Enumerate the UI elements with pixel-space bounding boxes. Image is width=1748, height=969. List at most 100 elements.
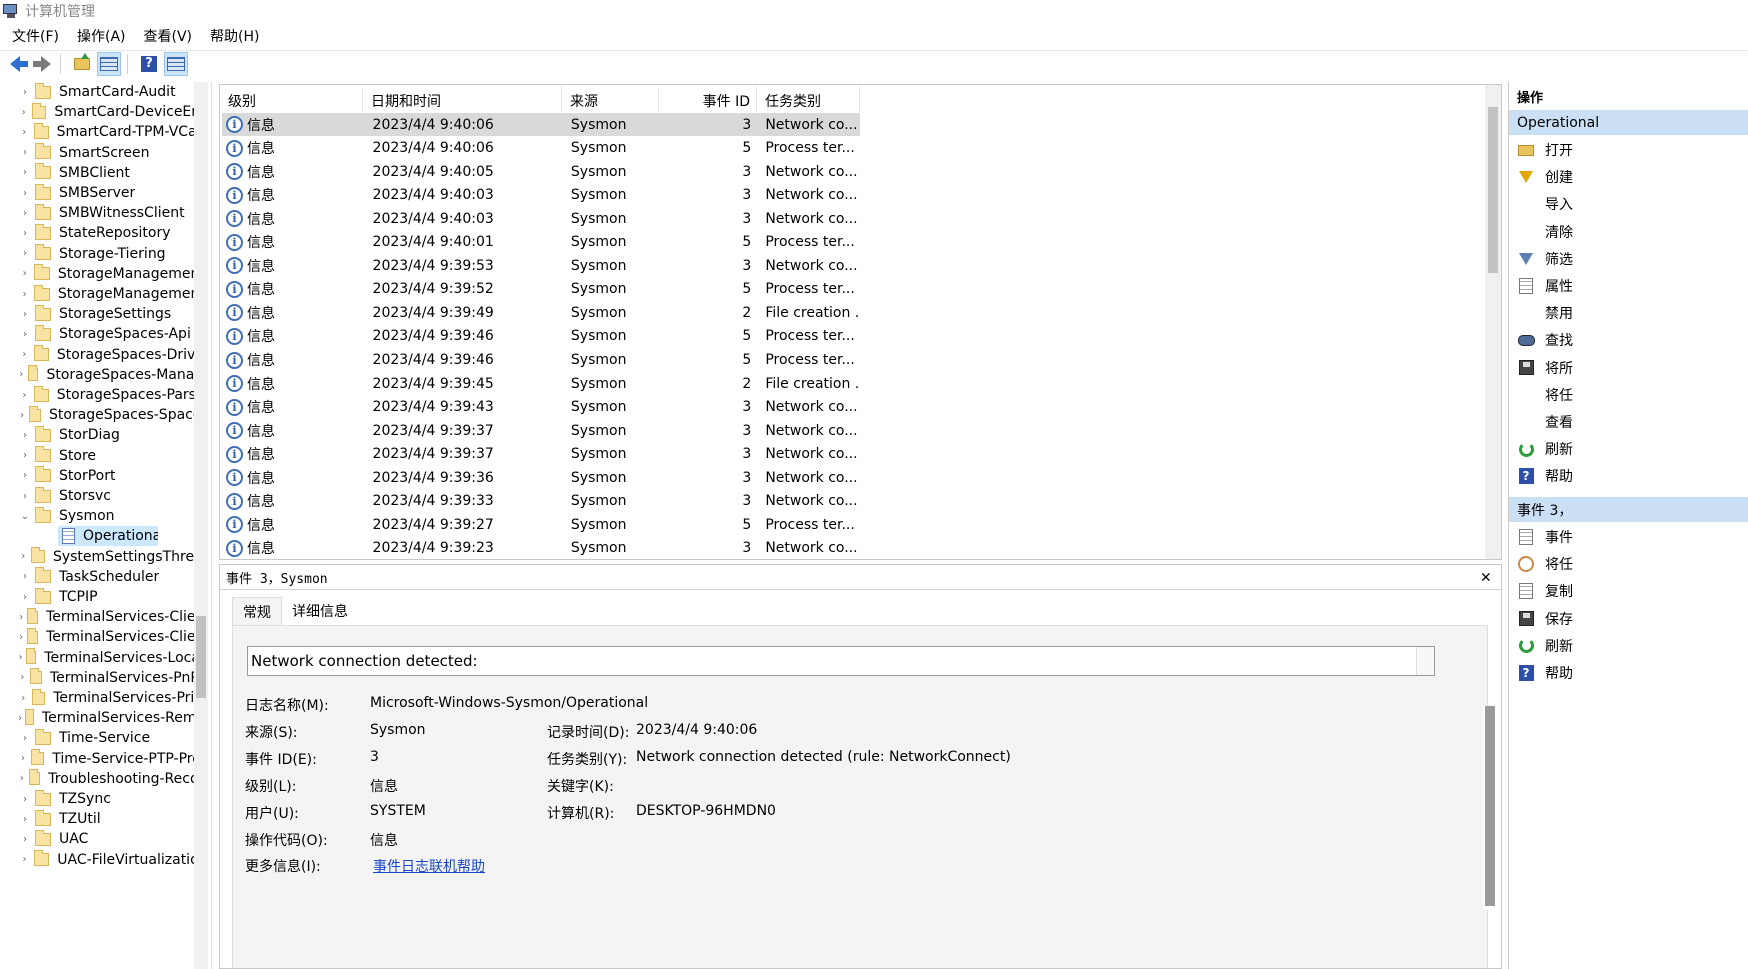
action-item[interactable]: 查找	[1509, 327, 1748, 353]
event-row[interactable]: i 信息 2023/4/4 9:39:46 Sysmon 5 Process ter...	[222, 349, 860, 372]
chevron-right-icon[interactable]: ›	[15, 329, 35, 340]
tree-item[interactable]: › TerminalServices-ClientUSBDevices	[0, 627, 200, 647]
tree-item[interactable]: › Time-Service-PTP-Provider	[0, 749, 200, 769]
tree-item[interactable]: › SmartCard-DeviceEnum	[0, 102, 200, 122]
chevron-right-icon[interactable]: ›	[15, 794, 35, 805]
tree-item[interactable]: › TerminalServices-ClientActiveXCore	[0, 607, 200, 627]
chevron-right-icon[interactable]: ›	[15, 713, 25, 724]
event-row[interactable]: i 信息 2023/4/4 9:39:49 Sysmon 2 File creation …	[222, 301, 860, 324]
action-pane-button[interactable]	[164, 51, 188, 76]
event-row[interactable]: i 信息 2023/4/4 9:39:52 Sysmon 5 Process ter...	[222, 278, 860, 301]
description-scrollbar[interactable]	[1416, 647, 1434, 675]
tree-item[interactable]: › StorDiag	[0, 425, 200, 445]
help-button[interactable]: ?	[137, 52, 161, 76]
chevron-right-icon[interactable]: ›	[15, 773, 29, 784]
actions-section-event[interactable]: 事件 3，	[1509, 497, 1748, 522]
tree-item[interactable]: › StorageManagement	[0, 264, 200, 284]
chevron-right-icon[interactable]: ›	[15, 107, 32, 118]
tree-item[interactable]: › StorageSpaces-SpaceManager	[0, 405, 200, 425]
event-row[interactable]: i 信息 2023/4/4 9:39:27 Sysmon 5 Process ter...	[222, 513, 860, 536]
column-task-category[interactable]: 任务类别	[757, 87, 860, 115]
tree-scrollbar[interactable]	[194, 82, 208, 969]
action-item[interactable]: 导入	[1509, 191, 1748, 217]
tab-details[interactable]: 详细信息	[282, 597, 358, 625]
chevron-right-icon[interactable]: ›	[15, 450, 35, 461]
chevron-right-icon[interactable]: ›	[15, 632, 27, 643]
chevron-right-icon[interactable]: ›	[15, 268, 34, 279]
event-row[interactable]: i 信息 2023/4/4 9:39:23 Sysmon 3 Network co...	[222, 537, 860, 559]
chevron-right-icon[interactable]: ›	[15, 127, 34, 138]
chevron-right-icon[interactable]: ›	[15, 470, 35, 481]
tree-item[interactable]: › StorageManagement	[0, 284, 200, 304]
event-row[interactable]: i 信息 2023/4/4 9:39:33 Sysmon 3 Network co...	[222, 490, 860, 513]
chevron-right-icon[interactable]: ›	[15, 430, 35, 441]
chevron-right-icon[interactable]: ›	[15, 672, 30, 683]
tree-item[interactable]: › Storage-Tiering	[0, 244, 200, 264]
online-help-link[interactable]: 事件日志联机帮助	[373, 856, 485, 876]
chevron-right-icon[interactable]: ›	[15, 147, 35, 158]
chevron-right-icon[interactable]: ›	[15, 349, 34, 360]
tree-item[interactable]: › TaskScheduler	[0, 567, 200, 587]
forward-button[interactable]	[30, 52, 54, 76]
tree-item[interactable]: › TZSync	[0, 789, 200, 809]
action-item[interactable]: 属性	[1509, 273, 1748, 299]
tree-item[interactable]: › SMBClient	[0, 163, 200, 183]
column-level[interactable]: 级别	[220, 87, 363, 115]
action-item[interactable]: ? 帮助	[1509, 660, 1748, 686]
action-item[interactable]: 创建	[1509, 164, 1748, 190]
tree-item-operational[interactable]: Operational	[58, 526, 158, 547]
tree-item[interactable]: › Storsvc	[0, 486, 200, 506]
chevron-right-icon[interactable]: ›	[15, 491, 35, 502]
event-row[interactable]: i 信息 2023/4/4 9:40:06 Sysmon 3 Network co...	[222, 113, 860, 136]
actions-section-operational[interactable]: Operational	[1509, 110, 1748, 135]
action-item[interactable]: ? 帮助	[1509, 463, 1748, 489]
action-item[interactable]: 打开	[1509, 137, 1748, 163]
tree-item[interactable]: › TZUtil	[0, 809, 200, 829]
chevron-right-icon[interactable]: ›	[15, 733, 35, 744]
tree-item[interactable]: › StorageSpaces-Api	[0, 324, 200, 344]
action-item[interactable]: 将所	[1509, 355, 1748, 381]
action-item[interactable]: 复制	[1509, 578, 1748, 604]
back-button[interactable]	[3, 52, 28, 76]
tree-item[interactable]: › Store	[0, 446, 200, 466]
column-source[interactable]: 来源	[562, 87, 659, 115]
tree-item[interactable]: › TerminalServices-PnPDevices	[0, 668, 200, 688]
chevron-right-icon[interactable]: ›	[15, 753, 31, 764]
chevron-down-icon[interactable]: ⌄	[15, 511, 35, 522]
event-row[interactable]: i 信息 2023/4/4 9:39:37 Sysmon 3 Network co...	[222, 443, 860, 466]
column-datetime[interactable]: 日期和时间	[363, 87, 562, 115]
event-row[interactable]: i 信息 2023/4/4 9:40:03 Sysmon 3 Network co...	[222, 207, 860, 230]
chevron-right-icon[interactable]: ›	[15, 592, 35, 603]
chevron-right-icon[interactable]: ›	[15, 369, 28, 380]
chevron-right-icon[interactable]: ›	[15, 571, 35, 582]
tree-item[interactable]: › TerminalServices-RemoteConnectionManage…	[0, 708, 200, 728]
chevron-right-icon[interactable]: ›	[15, 208, 35, 219]
detail-scrollbar-thumb[interactable]	[1485, 706, 1495, 906]
chevron-right-icon[interactable]: ›	[15, 228, 35, 239]
chevron-right-icon[interactable]: ›	[15, 309, 35, 320]
chevron-right-icon[interactable]: ›	[15, 612, 27, 623]
show-hide-tree-button[interactable]	[97, 51, 121, 76]
tree-item[interactable]: › StorageSpaces-ManagementAgent	[0, 365, 200, 385]
tree-item[interactable]: › TCPIP	[0, 587, 200, 607]
menu-help[interactable]: 帮助(H)	[210, 26, 259, 46]
tree-item[interactable]: › StorPort	[0, 466, 200, 486]
chevron-right-icon[interactable]: ›	[15, 248, 35, 259]
tree-item[interactable]: › UAC	[0, 829, 200, 849]
close-icon[interactable]: ✕	[1481, 567, 1491, 587]
action-item[interactable]: 禁用	[1509, 300, 1748, 326]
event-row[interactable]: i 信息 2023/4/4 9:39:37 Sysmon 3 Network co...	[222, 419, 860, 442]
event-row[interactable]: i 信息 2023/4/4 9:40:06 Sysmon 5 Process ter...	[222, 137, 860, 160]
chevron-right-icon[interactable]: ›	[15, 188, 35, 199]
chevron-right-icon[interactable]: ›	[15, 652, 26, 663]
up-folder-button[interactable]	[70, 52, 94, 76]
action-item[interactable]: 保存	[1509, 606, 1748, 632]
chevron-right-icon[interactable]: ›	[15, 289, 34, 300]
chevron-right-icon[interactable]: ›	[15, 693, 32, 704]
action-item[interactable]: 筛选	[1509, 246, 1748, 272]
menu-file[interactable]: 文件(F)	[12, 26, 59, 46]
event-row[interactable]: i 信息 2023/4/4 9:39:43 Sysmon 3 Network co...	[222, 396, 860, 419]
tab-general[interactable]: 常规	[232, 597, 282, 625]
tree-item[interactable]: › TerminalServices-LocalSessionManager	[0, 648, 200, 668]
event-row[interactable]: i 信息 2023/4/4 9:40:03 Sysmon 3 Network co...	[222, 184, 860, 207]
